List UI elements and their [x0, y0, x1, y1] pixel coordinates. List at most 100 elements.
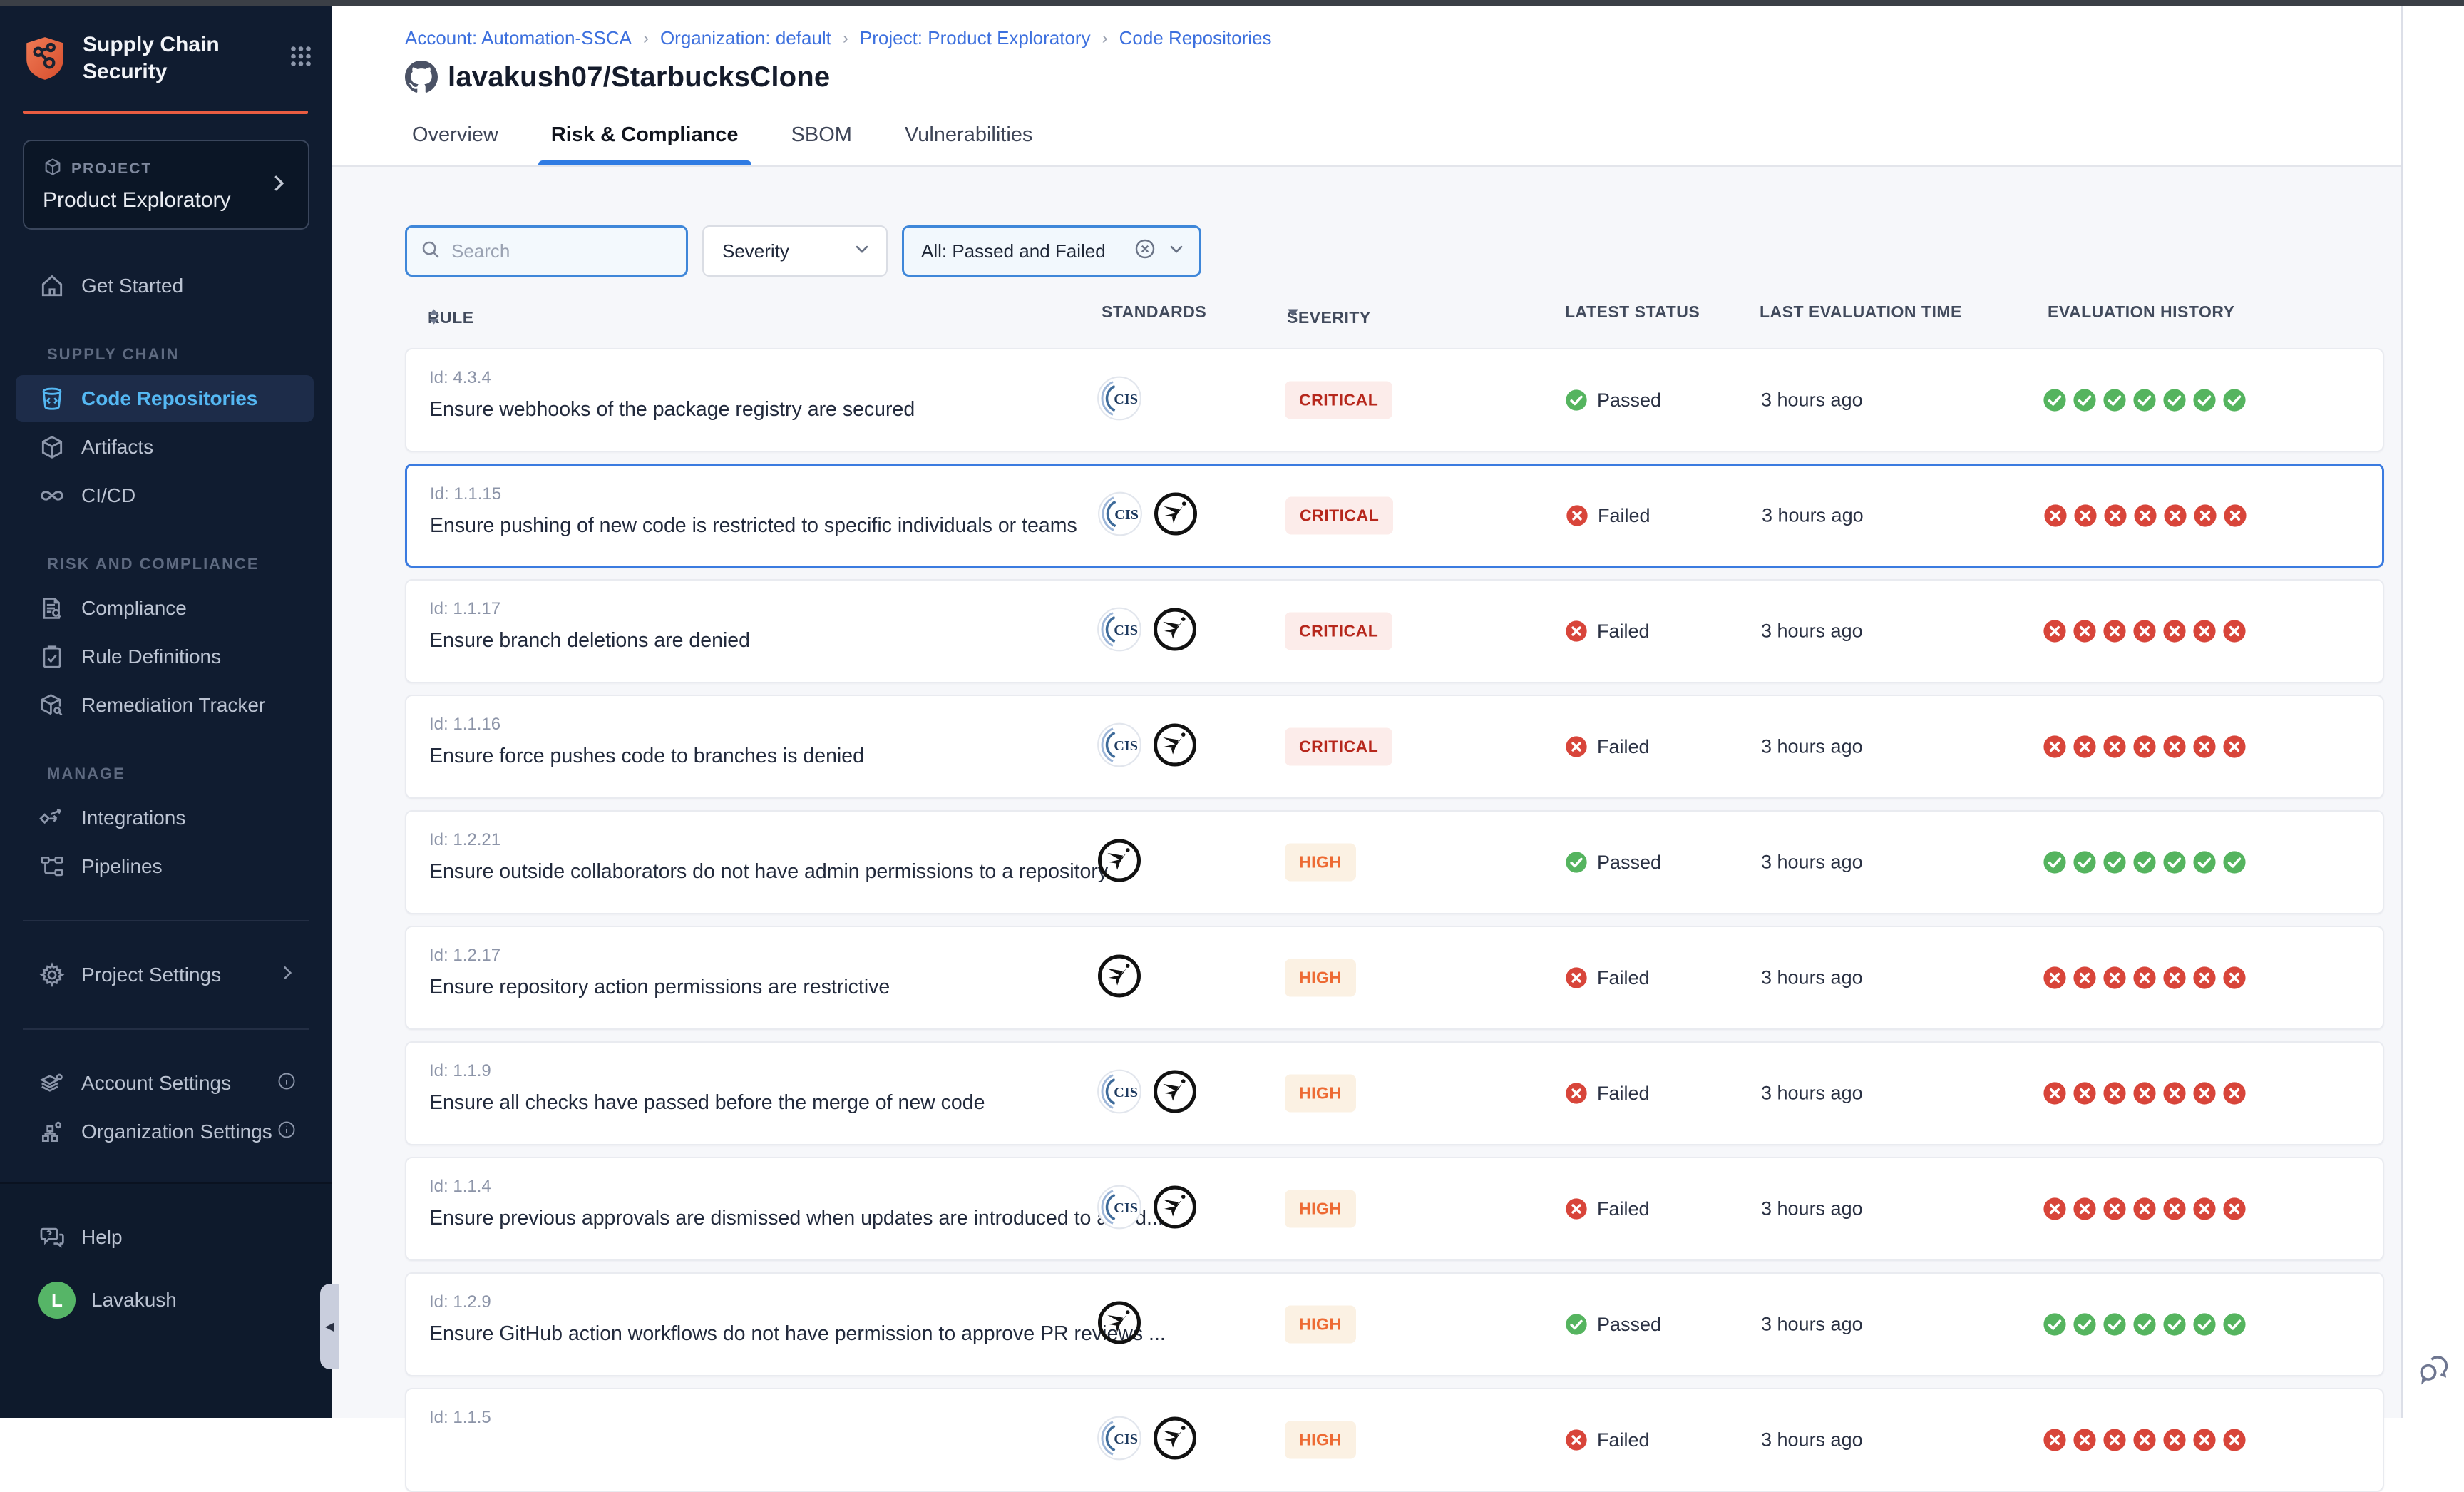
- sort-desc-icon[interactable]: [1287, 308, 1299, 317]
- sidebar-item-cicd[interactable]: CI/CD: [16, 472, 314, 519]
- main-area: Account: Automation-SSCA › Organization:…: [332, 6, 2401, 1418]
- sidebar-item-account-settings[interactable]: Account Settings: [16, 1060, 314, 1107]
- svg-text:CIS: CIS: [1114, 738, 1138, 754]
- rule-id: Id: 1.1.16: [429, 715, 500, 735]
- sidebar-item-remediation-tracker[interactable]: Remediation Tracker: [16, 682, 314, 729]
- rule-name: Ensure GitHub action workflows do not ha…: [429, 1322, 1166, 1346]
- breadcrumb: Account: Automation-SSCA › Organization:…: [405, 27, 2401, 49]
- sort-icon[interactable]: [428, 308, 440, 325]
- user-menu[interactable]: L Lavakush: [16, 1277, 314, 1324]
- failed-icon: [1565, 620, 1588, 643]
- breadcrumb-project[interactable]: Project: Product Exploratory: [860, 27, 1091, 49]
- sidebar-collapse-handle[interactable]: ◀: [320, 1284, 339, 1369]
- tab-overview[interactable]: Overview: [412, 123, 498, 165]
- tab-risk-compliance[interactable]: Risk & Compliance: [551, 123, 739, 165]
- breadcrumb-account[interactable]: Account: Automation-SSCA: [405, 27, 632, 49]
- history-pass-icon: [2073, 850, 2097, 874]
- history-pass-icon: [2103, 388, 2127, 412]
- clear-filter-icon[interactable]: [1134, 237, 1156, 265]
- evaluation-history: [2043, 504, 2247, 528]
- history-fail-icon: [2192, 1081, 2217, 1105]
- history-fail-icon: [2162, 1081, 2187, 1105]
- search-input[interactable]: [451, 240, 665, 262]
- last-evaluation-time: 3 hours ago: [1761, 1083, 1863, 1105]
- sidebar-item-code-repositories[interactable]: Code Repositories: [16, 375, 314, 422]
- sidebar-item-rule-definitions[interactable]: Rule Definitions: [16, 633, 314, 680]
- severity-badge: HIGH: [1285, 1421, 1356, 1459]
- search-icon: [420, 239, 441, 264]
- severity-badge: CRITICAL: [1285, 613, 1392, 650]
- sidebar-item-help[interactable]: Help: [16, 1214, 314, 1261]
- tab-vulnerabilities[interactable]: Vulnerabilities: [905, 123, 1032, 165]
- history-fail-icon: [2043, 1197, 2067, 1221]
- sidebar-item-integrations[interactable]: Integrations: [16, 794, 314, 842]
- breadcrumb-code-repositories[interactable]: Code Repositories: [1119, 27, 1272, 49]
- table-row[interactable]: Id: 1.1.17 Ensure branch deletions are d…: [405, 579, 2384, 683]
- table-row[interactable]: Id: 1.1.5 CIS HIGH Failed 3 hours ago: [405, 1388, 2384, 1492]
- history-pass-icon: [2162, 850, 2187, 874]
- search-box: [405, 225, 688, 277]
- sidebar-item-organization-settings[interactable]: Organization Settings: [16, 1108, 314, 1155]
- failed-icon: [1565, 1197, 1588, 1220]
- info-icon[interactable]: [277, 1071, 297, 1096]
- rule-id: Id: 1.1.15: [430, 484, 501, 504]
- evaluation-history: [2043, 1428, 2247, 1452]
- table-row[interactable]: Id: 4.3.4 Ensure webhooks of the package…: [405, 348, 2384, 452]
- rule-id: Id: 1.2.9: [429, 1292, 491, 1312]
- rule-id: Id: 1.1.4: [429, 1177, 491, 1197]
- table-row[interactable]: Id: 1.2.17 Ensure repository action perm…: [405, 926, 2384, 1030]
- table-row[interactable]: Id: 1.1.16 Ensure force pushes code to b…: [405, 695, 2384, 799]
- history-fail-icon: [2103, 735, 2127, 759]
- project-selector[interactable]: PROJECT Product Exploratory: [23, 140, 309, 230]
- history-fail-icon: [2103, 1428, 2127, 1452]
- owasp-icon: [1152, 1185, 1198, 1234]
- rule-name: Ensure branch deletions are denied: [429, 629, 750, 653]
- sidebar-item-compliance[interactable]: Compliance: [16, 585, 314, 632]
- info-icon[interactable]: [277, 1120, 297, 1145]
- last-evaluation-time: 3 hours ago: [1761, 1429, 1863, 1451]
- history-fail-icon: [2222, 1081, 2247, 1105]
- table-row[interactable]: Id: 1.2.9 Ensure GitHub action workflows…: [405, 1272, 2384, 1376]
- evaluation-history: [2043, 735, 2247, 759]
- table-row[interactable]: Id: 1.1.9 Ensure all checks have passed …: [405, 1041, 2384, 1145]
- severity-badge: HIGH: [1285, 1306, 1356, 1344]
- feedback-chat-icon[interactable]: [2416, 1351, 2454, 1389]
- history-fail-icon: [2132, 619, 2157, 643]
- history-pass-icon: [2222, 388, 2247, 412]
- table-row[interactable]: Id: 1.2.21 Ensure outside collaborators …: [405, 810, 2384, 914]
- owasp-icon: [1152, 607, 1198, 656]
- table-row[interactable]: Id: 1.1.15 Ensure pushing of new code is…: [405, 464, 2384, 568]
- standards-cell: CIS: [1097, 1416, 1198, 1465]
- status-filter[interactable]: All: Passed and Failed: [902, 225, 1201, 277]
- evaluation-history: [2043, 850, 2247, 874]
- history-fail-icon: [2222, 735, 2247, 759]
- svg-text:CIS: CIS: [1114, 1085, 1138, 1100]
- history-pass-icon: [2132, 388, 2157, 412]
- history-pass-icon: [2132, 850, 2157, 874]
- history-fail-icon: [2103, 619, 2127, 643]
- sidebar-item-get-started[interactable]: Get Started: [16, 262, 314, 310]
- history-fail-icon: [2043, 735, 2067, 759]
- tab-sbom[interactable]: SBOM: [791, 123, 852, 165]
- brand-divider: [23, 111, 308, 114]
- sidebar-item-artifacts[interactable]: Artifacts: [16, 424, 314, 471]
- breadcrumb-organization[interactable]: Organization: default: [660, 27, 831, 49]
- gear-icon: [38, 961, 66, 988]
- apps-grid-icon[interactable]: [288, 44, 314, 73]
- evaluation-history: [2043, 1081, 2247, 1105]
- severity-filter[interactable]: Severity: [702, 225, 888, 277]
- cis-icon: CIS: [1097, 607, 1142, 656]
- rule-id: Id: 1.1.5: [429, 1408, 491, 1428]
- rule-id: Id: 1.1.9: [429, 1061, 491, 1081]
- infinity-icon: [38, 482, 66, 509]
- history-fail-icon: [2162, 966, 2187, 990]
- history-fail-icon: [2222, 1197, 2247, 1221]
- failed-icon: [1565, 966, 1588, 989]
- owasp-icon: [1097, 954, 1142, 1003]
- sidebar-item-pipelines[interactable]: Pipelines: [16, 843, 314, 890]
- table-row[interactable]: Id: 1.1.4 Ensure previous approvals are …: [405, 1157, 2384, 1261]
- column-latest-status: LATEST STATUS: [1565, 302, 1700, 322]
- sidebar-footer: Help L Lavakush: [0, 1182, 332, 1418]
- sidebar-item-project-settings[interactable]: Project Settings: [16, 951, 314, 998]
- owasp-icon: [1097, 1300, 1142, 1349]
